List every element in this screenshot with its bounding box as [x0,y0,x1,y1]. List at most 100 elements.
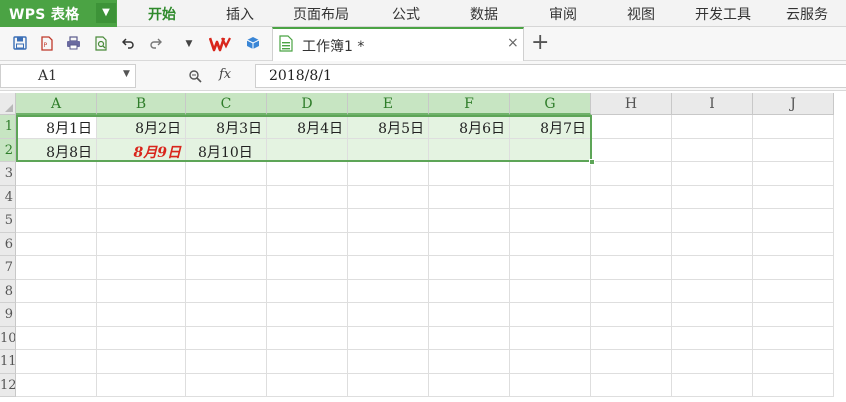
cell-d5[interactable] [267,209,348,233]
cell-d4[interactable] [267,185,348,209]
cloud-box-icon[interactable] [245,36,261,52]
row-header-5[interactable]: 5 [0,209,16,233]
cell-c4[interactable] [186,185,267,209]
cell-a4[interactable] [16,185,97,209]
cell-e3[interactable] [348,162,429,186]
menu-item-view[interactable]: 视图 [627,4,655,24]
cell-d3[interactable] [267,162,348,186]
cell-d1[interactable]: 8月4日 [267,115,348,139]
column-header-f[interactable]: F [429,93,510,115]
menu-item-home[interactable]: 开始 [148,4,176,24]
column-header-j[interactable]: J [753,93,834,115]
cell-a11[interactable] [16,350,97,374]
cell-j2[interactable] [753,138,834,162]
column-header-e[interactable]: E [348,93,429,115]
row-header-11[interactable]: 11 [0,350,16,374]
column-header-d[interactable]: D [267,93,348,115]
column-header-b[interactable]: B [97,93,186,115]
cell-d10[interactable] [267,326,348,350]
cell-j4[interactable] [753,185,834,209]
cell-e8[interactable] [348,279,429,303]
formula-input[interactable]: 2018/8/1 [255,64,846,88]
cell-e4[interactable] [348,185,429,209]
cell-b5[interactable] [97,209,186,233]
cell-a12[interactable] [16,373,97,397]
cell-b6[interactable] [97,232,186,256]
row-header-4[interactable]: 4 [0,185,16,209]
cell-a2[interactable]: 8月8日 [16,138,97,162]
cell-i11[interactable] [672,350,753,374]
fill-handle[interactable] [589,159,595,165]
cell-i5[interactable] [672,209,753,233]
cell-g8[interactable] [510,279,591,303]
row-header-6[interactable]: 6 [0,232,16,256]
menu-item-review[interactable]: 审阅 [549,4,577,24]
cell-i10[interactable] [672,326,753,350]
row-header-7[interactable]: 7 [0,256,16,280]
cell-c6[interactable] [186,232,267,256]
cell-c12[interactable] [186,373,267,397]
row-header-3[interactable]: 3 [0,162,16,186]
cell-f11[interactable] [429,350,510,374]
column-header-h[interactable]: H [591,93,672,115]
cell-j10[interactable] [753,326,834,350]
cell-i7[interactable] [672,256,753,280]
redo-icon[interactable] [147,36,163,52]
cell-e6[interactable] [348,232,429,256]
cell-h1[interactable] [591,115,672,139]
cell-i8[interactable] [672,279,753,303]
chevron-down-icon[interactable]: ▼ [96,3,116,23]
cell-b12[interactable] [97,373,186,397]
new-tab-button[interactable]: + [531,31,549,55]
cell-i12[interactable] [672,373,753,397]
zoom-icon[interactable] [188,68,202,83]
cell-d9[interactable] [267,303,348,327]
menu-item-page-layout[interactable]: 页面布局 [293,4,349,24]
column-header-i[interactable]: I [672,93,753,115]
cell-c11[interactable] [186,350,267,374]
cell-e10[interactable] [348,326,429,350]
cell-j8[interactable] [753,279,834,303]
print-icon[interactable] [65,36,81,52]
close-icon[interactable]: × [507,35,519,51]
cell-j7[interactable] [753,256,834,280]
cell-h12[interactable] [591,373,672,397]
cell-e9[interactable] [348,303,429,327]
cell-b4[interactable] [97,185,186,209]
cell-f1[interactable]: 8月6日 [429,115,510,139]
dropdown-icon[interactable]: ▼ [181,36,197,52]
menu-item-cloud-service[interactable]: 云服务 [786,4,828,24]
cell-j3[interactable] [753,162,834,186]
export-pdf-icon[interactable]: P [39,36,55,52]
cell-i4[interactable] [672,185,753,209]
cell-h6[interactable] [591,232,672,256]
cell-c5[interactable] [186,209,267,233]
cell-g5[interactable] [510,209,591,233]
cell-i3[interactable] [672,162,753,186]
cell-b8[interactable] [97,279,186,303]
cell-b10[interactable] [97,326,186,350]
cell-f2[interactable] [429,138,510,162]
cell-h9[interactable] [591,303,672,327]
row-header-8[interactable]: 8 [0,279,16,303]
cell-h8[interactable] [591,279,672,303]
cell-f12[interactable] [429,373,510,397]
cell-i2[interactable] [672,138,753,162]
cell-g2[interactable] [510,138,591,162]
menu-item-developer[interactable]: 开发工具 [695,4,751,24]
cell-b11[interactable] [97,350,186,374]
cell-g3[interactable] [510,162,591,186]
cell-j1[interactable] [753,115,834,139]
cell-e5[interactable] [348,209,429,233]
cell-a3[interactable] [16,162,97,186]
cell-j11[interactable] [753,350,834,374]
cell-e2[interactable] [348,138,429,162]
cell-g11[interactable] [510,350,591,374]
cell-g7[interactable] [510,256,591,280]
cell-i9[interactable] [672,303,753,327]
cell-j6[interactable] [753,232,834,256]
cell-c9[interactable] [186,303,267,327]
cell-h5[interactable] [591,209,672,233]
cell-a8[interactable] [16,279,97,303]
cell-b2[interactable]: 8月9日 [97,138,186,162]
